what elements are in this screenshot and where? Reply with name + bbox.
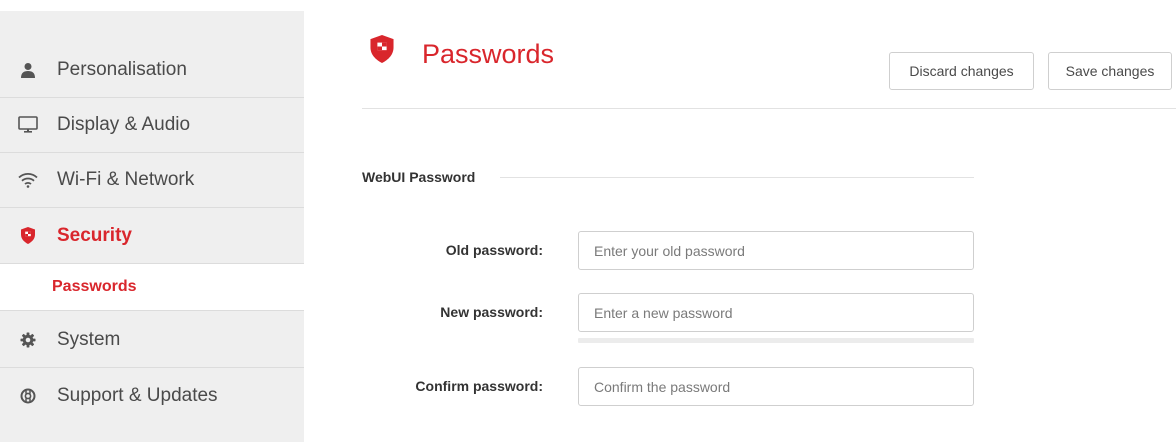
header-divider bbox=[362, 108, 1176, 109]
section-divider bbox=[500, 177, 974, 178]
page-title: Passwords bbox=[422, 39, 555, 69]
shield-icon bbox=[370, 35, 394, 63]
sidebar-item-wifi-network[interactable]: Wi-Fi & Network bbox=[0, 153, 304, 208]
section-title: WebUI Password bbox=[362, 169, 476, 185]
lifebuoy-icon bbox=[18, 386, 38, 406]
sidebar-item-support-updates[interactable]: Support & Updates bbox=[0, 368, 304, 423]
sidebar: Personalisation Display & Audio Wi-Fi & … bbox=[0, 11, 304, 442]
sidebar-item-label: Personalisation bbox=[57, 59, 187, 80]
sidebar-item-display-audio[interactable]: Display & Audio bbox=[0, 98, 304, 153]
shield-icon bbox=[18, 226, 38, 246]
new-password-input[interactable] bbox=[578, 293, 974, 332]
sidebar-item-label: Display & Audio bbox=[57, 114, 191, 135]
sidebar-subitem-passwords[interactable]: Passwords bbox=[0, 263, 304, 311]
gear-icon bbox=[18, 330, 38, 350]
wifi-icon bbox=[18, 170, 38, 190]
confirm-password-label: Confirm password: bbox=[415, 378, 543, 394]
old-password-input[interactable] bbox=[578, 231, 974, 270]
save-changes-button[interactable]: Save changes bbox=[1048, 52, 1172, 90]
sidebar-subitem-label: Passwords bbox=[52, 278, 137, 295]
sidebar-item-label: Wi-Fi & Network bbox=[57, 169, 195, 190]
sidebar-item-label: System bbox=[57, 329, 121, 350]
sidebar-item-security[interactable]: Security bbox=[0, 208, 304, 263]
sidebar-item-label: Support & Updates bbox=[57, 384, 218, 406]
new-password-label: New password: bbox=[440, 304, 543, 320]
monitor-icon bbox=[18, 115, 38, 135]
sidebar-item-label: Security bbox=[57, 224, 132, 246]
old-password-label: Old password: bbox=[445, 242, 543, 258]
confirm-password-input[interactable] bbox=[578, 367, 974, 406]
sidebar-item-personalisation[interactable]: Personalisation bbox=[0, 43, 304, 98]
sidebar-item-system[interactable]: System bbox=[0, 313, 304, 368]
app-window: Personalisation Display & Audio Wi-Fi & … bbox=[0, 0, 1176, 442]
discard-changes-button[interactable]: Discard changes bbox=[889, 52, 1034, 90]
user-icon bbox=[18, 60, 38, 80]
password-strength-bar bbox=[578, 338, 974, 343]
